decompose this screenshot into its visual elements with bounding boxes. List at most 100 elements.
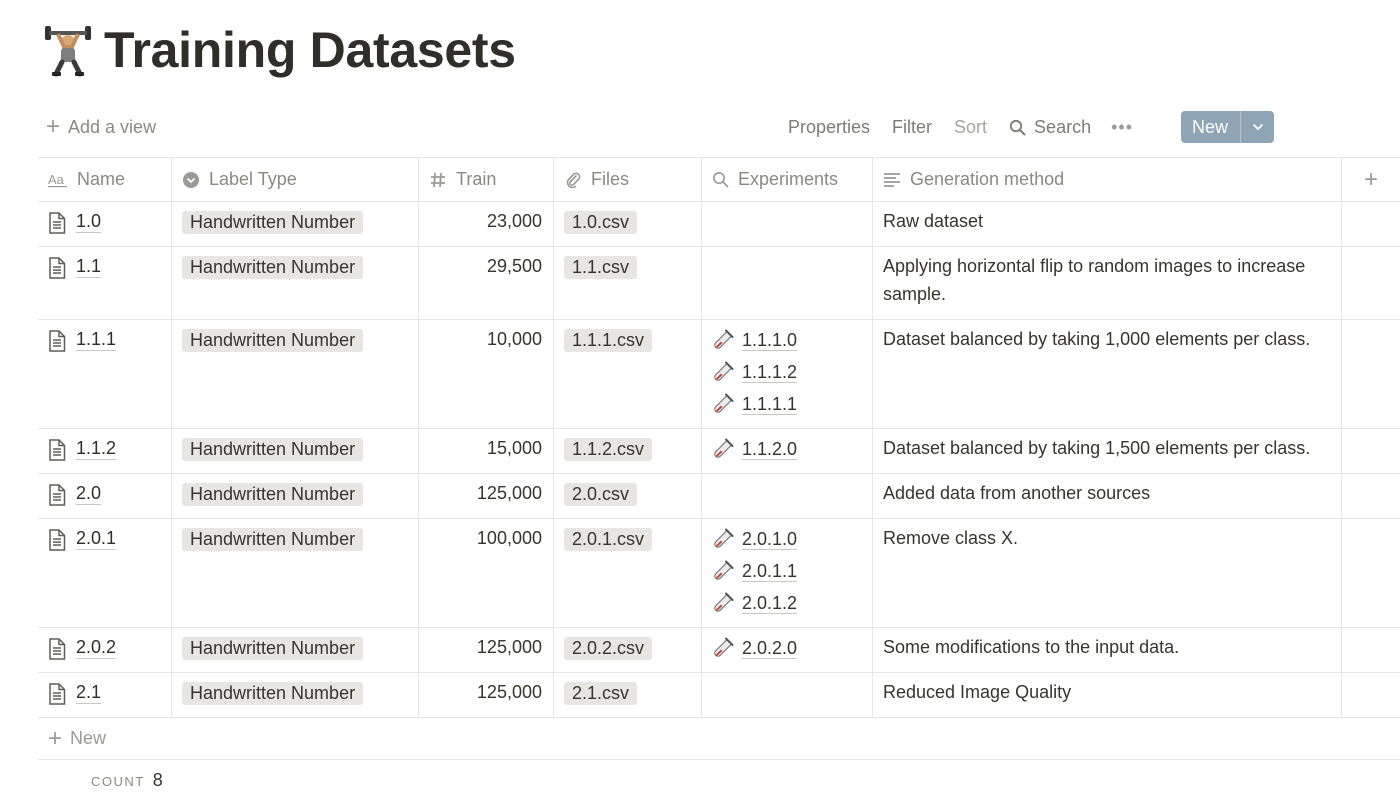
experiment-link[interactable]: 1.1.1.2	[712, 356, 798, 388]
train-cell[interactable]: 15,000	[419, 429, 554, 473]
empty-cell	[1342, 429, 1400, 473]
file-attachment-chip[interactable]: 1.1.1.csv	[564, 329, 653, 352]
page-name-link[interactable]: 2.1	[76, 682, 102, 704]
generation-method-cell[interactable]: Dataset balanced by taking 1,000 element…	[873, 320, 1342, 428]
train-cell[interactable]: 23,000	[419, 202, 554, 246]
experiments-cell[interactable]	[702, 202, 873, 246]
files-cell[interactable]: 1.0.csv	[554, 202, 702, 246]
column-header-label-type[interactable]: Label Type	[172, 158, 419, 201]
generation-method-cell[interactable]: Reduced Image Quality	[873, 673, 1342, 717]
files-cell[interactable]: 2.1.csv	[554, 673, 702, 717]
count-summary[interactable]: COUNT 8	[91, 770, 163, 791]
experiment-link[interactable]: 2.0.1.0	[712, 523, 798, 555]
experiment-link[interactable]: 1.1.1.0	[712, 324, 798, 356]
label-type-cell[interactable]: Handwritten Number	[172, 320, 419, 428]
generation-method-cell[interactable]: Added data from another sources	[873, 474, 1342, 518]
table-row[interactable]: 1.1 Handwritten Number 29,500 1.1.csv Ap…	[38, 247, 1400, 320]
generation-method-cell[interactable]: Raw dataset	[873, 202, 1342, 246]
page-name-link[interactable]: 1.1.2	[76, 438, 117, 460]
table-row[interactable]: 1.1.1 Handwritten Number 10,000 1.1.1.cs…	[38, 320, 1400, 429]
generation-method-cell[interactable]: Some modifications to the input data.	[873, 628, 1342, 672]
experiments-cell[interactable]: 2.0.1.0 2.0.1.1 2.0.1.2	[702, 519, 873, 627]
files-cell[interactable]: 2.0.1.csv	[554, 519, 702, 627]
name-cell[interactable]: 2.0.1	[38, 519, 172, 627]
filter-button[interactable]: Filter	[892, 117, 932, 138]
generation-method-cell[interactable]: Applying horizontal flip to random image…	[873, 247, 1342, 319]
name-cell[interactable]: 1.0	[38, 202, 172, 246]
weightlifter-emoji-icon[interactable]	[42, 20, 94, 80]
generation-method-cell[interactable]: Remove class X.	[873, 519, 1342, 627]
sort-button[interactable]: Sort	[954, 117, 987, 138]
train-cell[interactable]: 125,000	[419, 474, 554, 518]
name-cell[interactable]: 1.1.2	[38, 429, 172, 473]
file-attachment-chip[interactable]: 1.1.2.csv	[564, 438, 653, 461]
file-attachment-chip[interactable]: 1.0.csv	[564, 211, 638, 234]
search-button[interactable]: Search	[1009, 117, 1091, 138]
name-cell[interactable]: 2.0.2	[38, 628, 172, 672]
table-row[interactable]: 2.0 Handwritten Number 125,000 2.0.csv A…	[38, 474, 1400, 519]
chevron-down-icon[interactable]	[1240, 111, 1274, 143]
add-row-button[interactable]: + New	[38, 718, 1400, 760]
label-type-cell[interactable]: Handwritten Number	[172, 429, 419, 473]
table-row[interactable]: 2.0.2 Handwritten Number 125,000 2.0.2.c…	[38, 628, 1400, 673]
experiments-cell[interactable]	[702, 247, 873, 319]
page-name-link[interactable]: 1.0	[76, 211, 102, 233]
train-cell[interactable]: 125,000	[419, 673, 554, 717]
train-cell[interactable]: 10,000	[419, 320, 554, 428]
column-header-generation-method[interactable]: Generation method	[873, 158, 1342, 201]
file-attachment-chip[interactable]: 2.0.2.csv	[564, 637, 653, 660]
train-cell[interactable]: 29,500	[419, 247, 554, 319]
file-attachment-chip[interactable]: 2.0.csv	[564, 483, 638, 506]
add-property-button[interactable]: +	[1342, 158, 1400, 201]
label-type-cell[interactable]: Handwritten Number	[172, 474, 419, 518]
column-header-name[interactable]: Aa Name	[38, 158, 172, 201]
page-name-link[interactable]: 1.1	[76, 256, 102, 278]
properties-button[interactable]: Properties	[788, 117, 870, 138]
name-cell[interactable]: 2.1	[38, 673, 172, 717]
files-cell[interactable]: 1.1.1.csv	[554, 320, 702, 428]
column-header-train[interactable]: Train	[419, 158, 554, 201]
new-page-button[interactable]: New	[1180, 111, 1274, 143]
page-name-link[interactable]: 2.0.1	[76, 528, 117, 550]
experiment-link[interactable]: 2.0.1.1	[712, 555, 798, 587]
file-attachment-chip[interactable]: 2.0.1.csv	[564, 528, 653, 551]
files-cell[interactable]: 2.0.2.csv	[554, 628, 702, 672]
experiment-link[interactable]: 1.1.1.1	[712, 388, 798, 420]
files-cell[interactable]: 1.1.csv	[554, 247, 702, 319]
column-header-files[interactable]: Files	[554, 158, 702, 201]
page-name-link[interactable]: 2.0	[76, 483, 102, 505]
generation-method-text: Dataset balanced by taking 1,500 element…	[883, 438, 1311, 458]
table-row[interactable]: 1.0 Handwritten Number 23,000 1.0.csv Ra…	[38, 202, 1400, 247]
name-cell[interactable]: 1.1.1	[38, 320, 172, 428]
name-cell[interactable]: 2.0	[38, 474, 172, 518]
generation-method-cell[interactable]: Dataset balanced by taking 1,500 element…	[873, 429, 1342, 473]
table-row[interactable]: 1.1.2 Handwritten Number 15,000 1.1.2.cs…	[38, 429, 1400, 474]
experiment-link[interactable]: 2.0.2.0	[712, 632, 798, 664]
experiments-cell[interactable]	[702, 474, 873, 518]
label-type-cell[interactable]: Handwritten Number	[172, 519, 419, 627]
label-type-cell[interactable]: Handwritten Number	[172, 628, 419, 672]
train-cell[interactable]: 125,000	[419, 628, 554, 672]
more-options-icon[interactable]: •••	[1111, 117, 1133, 138]
experiment-link[interactable]: 2.0.1.2	[712, 587, 798, 619]
page-name-link[interactable]: 1.1.1	[76, 329, 117, 351]
label-type-cell[interactable]: Handwritten Number	[172, 247, 419, 319]
file-attachment-chip[interactable]: 1.1.csv	[564, 256, 638, 279]
files-cell[interactable]: 2.0.csv	[554, 474, 702, 518]
file-attachment-chip[interactable]: 2.1.csv	[564, 682, 638, 705]
name-cell[interactable]: 1.1	[38, 247, 172, 319]
column-header-experiments[interactable]: Experiments	[702, 158, 873, 201]
add-view-button[interactable]: + Add a view	[38, 115, 156, 139]
table-row[interactable]: 2.1 Handwritten Number 125,000 2.1.csv R…	[38, 673, 1400, 718]
table-row[interactable]: 2.0.1 Handwritten Number 100,000 2.0.1.c…	[38, 519, 1400, 628]
experiments-cell[interactable]	[702, 673, 873, 717]
experiment-link[interactable]: 1.1.2.0	[712, 433, 798, 465]
page-name-link[interactable]: 2.0.2	[76, 637, 117, 659]
label-type-cell[interactable]: Handwritten Number	[172, 202, 419, 246]
train-cell[interactable]: 100,000	[419, 519, 554, 627]
label-type-cell[interactable]: Handwritten Number	[172, 673, 419, 717]
files-cell[interactable]: 1.1.2.csv	[554, 429, 702, 473]
experiments-cell[interactable]: 1.1.1.0 1.1.1.2 1.1.1.1	[702, 320, 873, 428]
experiments-cell[interactable]: 2.0.2.0	[702, 628, 873, 672]
experiments-cell[interactable]: 1.1.2.0	[702, 429, 873, 473]
